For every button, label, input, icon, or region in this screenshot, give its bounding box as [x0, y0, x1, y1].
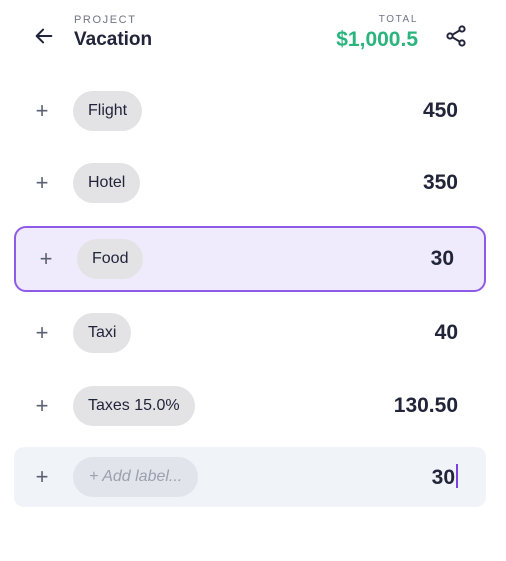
item-amount[interactable]: 30	[431, 247, 454, 271]
add-subitem-button[interactable]: +	[32, 393, 52, 419]
item-amount[interactable]: 130.50	[394, 394, 458, 418]
item-label-chip[interactable]: Flight	[73, 91, 143, 131]
add-subitem-button[interactable]: +	[32, 320, 52, 346]
total-block: TOTAL $1,000.5	[336, 14, 418, 52]
new-amount-value: 30	[431, 466, 455, 489]
project-block: PROJECT Vacation	[74, 14, 152, 51]
list-item: + Flight 450	[14, 80, 486, 142]
add-label-input[interactable]: + Add label...	[73, 457, 199, 497]
item-label-chip[interactable]: Hotel	[73, 163, 141, 203]
new-amount-input[interactable]: 30	[432, 464, 458, 490]
arrow-left-icon	[35, 28, 53, 44]
list-item: + Hotel 350	[14, 152, 486, 214]
list-item: + Taxi 40	[14, 302, 486, 364]
project-name[interactable]: Vacation	[74, 29, 152, 51]
text-cursor	[456, 464, 458, 488]
list-item-selected[interactable]: + Food 30	[14, 226, 486, 292]
add-subitem-button[interactable]: +	[36, 246, 56, 272]
item-label-chip[interactable]: Food	[77, 239, 144, 279]
share-icon	[446, 25, 466, 47]
item-label-chip[interactable]: Taxes 15.0%	[73, 386, 195, 426]
add-subitem-button[interactable]: +	[32, 98, 52, 124]
back-button[interactable]	[28, 20, 60, 52]
item-amount[interactable]: 350	[423, 171, 458, 195]
share-button[interactable]	[442, 22, 470, 50]
add-subitem-button[interactable]: +	[32, 464, 52, 490]
app-header: PROJECT Vacation TOTAL $1,000.5	[0, 0, 506, 70]
item-amount[interactable]: 450	[423, 99, 458, 123]
list-item: + Taxes 15.0% 130.50	[14, 375, 486, 437]
item-label-chip[interactable]: Taxi	[73, 313, 132, 353]
item-amount[interactable]: 40	[435, 321, 458, 345]
total-value: $1,000.5	[336, 28, 418, 51]
add-subitem-button[interactable]: +	[32, 170, 52, 196]
total-label: TOTAL	[378, 14, 418, 25]
project-label: PROJECT	[74, 14, 137, 26]
new-item-row: + + Add label... 30	[14, 447, 486, 507]
